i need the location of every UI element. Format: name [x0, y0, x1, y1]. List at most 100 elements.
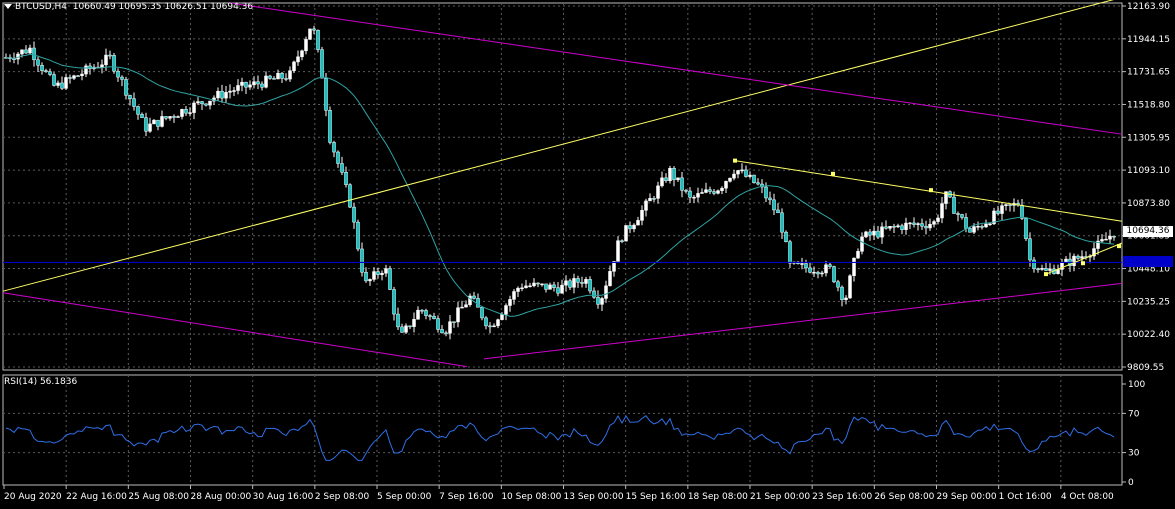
candle-body	[292, 61, 296, 71]
candle-body	[284, 78, 288, 80]
candle-body	[56, 82, 60, 86]
price-axis-label: 10873.80	[1127, 199, 1170, 209]
candle-body	[380, 272, 384, 275]
candle-body	[144, 117, 148, 132]
candle-body	[720, 187, 724, 191]
price-axis-label: 9809.55	[1127, 363, 1164, 373]
candle-body	[100, 64, 104, 68]
candle-body	[280, 72, 284, 79]
candle-body	[152, 119, 156, 125]
dropdown-triangle-icon[interactable]	[4, 4, 12, 9]
candle-body	[840, 286, 844, 300]
candle-body	[644, 200, 648, 211]
candle-body	[216, 90, 220, 99]
candle-body	[1024, 218, 1028, 239]
candle-body	[296, 56, 300, 63]
candle-body	[512, 291, 516, 300]
candle-body	[912, 222, 916, 225]
candle-body	[628, 225, 632, 230]
yellow-channel-trendline	[2, 0, 1115, 292]
candle-body	[544, 283, 548, 290]
candle-body	[312, 28, 316, 31]
horizontal-line-price-tag[interactable]: 10495.00	[1123, 256, 1173, 267]
symbol-timeframe: BTCUSD,H4	[15, 2, 68, 12]
candle-body	[1008, 204, 1012, 206]
candle-body	[132, 98, 136, 107]
candle-body	[124, 79, 128, 96]
candle-body	[396, 313, 400, 328]
candle-body	[700, 192, 704, 194]
candle-body	[888, 225, 892, 229]
chart-canvas[interactable]: 20 Aug 2020 22 Aug 16:00 25 Aug 08:00 28 Au…	[0, 0, 1175, 509]
candle-body	[1044, 268, 1048, 271]
moving-average-line	[5, 53, 1115, 317]
candle-body	[116, 70, 120, 78]
candle-body	[964, 217, 968, 229]
candle-body	[784, 231, 788, 243]
candle-body	[448, 321, 452, 334]
candle-body	[856, 251, 860, 259]
candle-body	[772, 199, 776, 211]
candle-body	[892, 225, 896, 228]
candle-body	[1020, 204, 1024, 219]
yellow-ascending-trendline	[1045, 242, 1123, 275]
candle-body	[568, 280, 572, 288]
candle-body	[752, 174, 756, 184]
candle-body	[72, 75, 76, 79]
candle-body	[956, 213, 960, 215]
time-axis-label: 21 Sep 00:00	[750, 492, 810, 502]
candle-body	[248, 84, 252, 88]
candle-body	[984, 223, 988, 228]
candle-body	[336, 151, 340, 164]
candle-body	[180, 109, 184, 117]
candle-body	[264, 75, 268, 88]
candle-body	[108, 54, 112, 57]
candle-body	[168, 116, 172, 119]
candle-body	[664, 177, 668, 182]
candle-body	[940, 203, 944, 219]
candle-body	[584, 279, 588, 284]
rsi-level-label: 30	[1128, 449, 1140, 459]
candle-body	[616, 240, 620, 262]
candle-body	[904, 222, 908, 230]
trendline-anchor-point	[1117, 244, 1121, 249]
candle-body	[620, 240, 624, 242]
main-panel-frame	[2, 2, 1123, 371]
candle-body	[112, 55, 116, 72]
trendline-anchor-point	[831, 171, 835, 176]
candle-body	[428, 315, 432, 317]
time-axis-label: 4 Oct 08:00	[1061, 492, 1114, 502]
price-axis-label: 10022.40	[1127, 330, 1170, 340]
candle-body	[368, 279, 372, 282]
candle-body	[48, 71, 52, 75]
candle-body	[44, 70, 48, 72]
candle-body	[452, 321, 456, 323]
price-axis-label: 11093.10	[1127, 166, 1170, 176]
candle-body	[80, 73, 84, 76]
candle-body	[1080, 256, 1084, 259]
candle-body	[748, 174, 752, 177]
candle-body	[576, 278, 580, 283]
candle-body	[140, 114, 144, 118]
candle-body	[924, 225, 928, 229]
candle-body	[804, 263, 808, 269]
candle-body	[440, 329, 444, 334]
candle-body	[240, 81, 244, 86]
candle-body	[592, 290, 596, 298]
candle-body	[516, 287, 520, 292]
candle-body	[344, 172, 348, 185]
candle-body	[552, 284, 556, 288]
candle-body	[884, 226, 888, 229]
candle-body	[588, 279, 592, 292]
candle-body	[632, 224, 636, 230]
candle-body	[712, 191, 716, 194]
candle-body	[908, 222, 912, 225]
candle-body	[680, 177, 684, 191]
candle-body	[696, 193, 700, 198]
candle-body	[660, 177, 664, 187]
candle-body	[376, 271, 380, 275]
candle-body	[360, 248, 364, 273]
time-axis-label: 5 Sep 00:00	[377, 492, 432, 502]
candle-body	[52, 74, 56, 86]
candle-body	[708, 189, 712, 192]
